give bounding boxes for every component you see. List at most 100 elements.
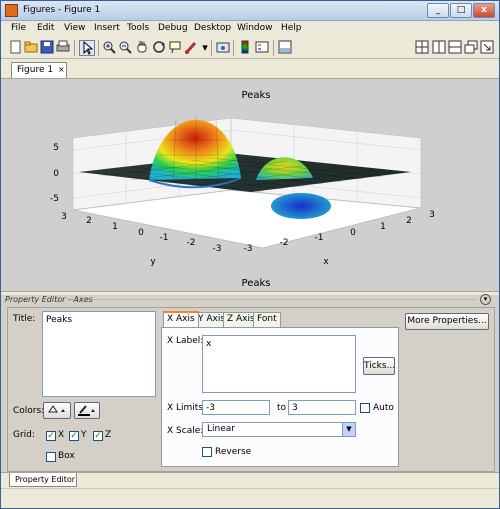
reverse-checkbox[interactable] <box>202 447 212 457</box>
colors-label: Colors: <box>13 406 45 416</box>
bottom-plot-title: Peaks <box>242 278 271 289</box>
grid-z-checkbox[interactable]: ✓ <box>93 431 103 441</box>
x-label-label: X Label: <box>167 336 204 346</box>
x-tick-label: 1 <box>380 222 386 232</box>
toolbar-separator <box>233 40 234 56</box>
ticks-button[interactable]: Ticks... <box>363 357 395 375</box>
x-limit-max-value: 3 <box>292 403 298 413</box>
title-bar[interactable]: Figures - Figure 1 _ □ x <box>1 1 499 21</box>
y-axis-label: y <box>150 257 156 267</box>
menu-edit[interactable]: Edit <box>37 23 54 33</box>
close-icon[interactable]: × <box>58 65 65 74</box>
collapse-icon[interactable]: ▾ <box>480 294 491 305</box>
pan-icon[interactable] <box>134 40 150 56</box>
y-tick-label: 2 <box>86 216 92 226</box>
menu-desktop[interactable]: Desktop <box>194 23 231 33</box>
tab-x-axis[interactable]: X Axis <box>163 311 199 327</box>
grid-x-checkbox[interactable]: ✓ <box>46 431 56 441</box>
toolbar-separator <box>98 40 99 56</box>
to-label: to <box>277 403 287 413</box>
box-checkbox[interactable] <box>46 452 56 462</box>
grid-z-label: Z <box>105 430 112 440</box>
more-properties-button[interactable]: More Properties... <box>405 313 489 330</box>
x-limit-max-input[interactable]: 3 <box>288 400 356 415</box>
float-icon[interactable] <box>463 40 479 56</box>
z-tick-label: -5 <box>50 194 59 204</box>
data-cursor-icon[interactable] <box>167 40 183 56</box>
new-file-icon[interactable] <box>7 40 23 56</box>
open-file-icon[interactable] <box>23 40 39 56</box>
save-icon[interactable] <box>39 40 55 56</box>
chevron-down-icon[interactable]: ▼ <box>342 423 355 436</box>
y-tick-label: 0 <box>138 228 144 238</box>
insert-legend-icon[interactable] <box>254 40 270 56</box>
edge-color-button[interactable] <box>74 402 100 419</box>
y-tick-label: -2 <box>187 238 196 248</box>
split-horizontal-icon[interactable] <box>431 40 447 56</box>
property-editor-tab[interactable]: Property Editor <box>9 473 77 487</box>
figure-tab-label: Figure 1 <box>17 65 54 75</box>
x-scale-value: Linear <box>207 424 235 434</box>
dock-icon[interactable] <box>479 40 495 56</box>
figure-canvas[interactable]: Peaks 5 0 -5 3 2 1 0 -1 -2 -3 -3 -2 -1 0… <box>1 80 499 291</box>
zoom-out-icon[interactable] <box>117 40 133 56</box>
x-limit-min-value: -3 <box>206 403 215 413</box>
print-icon[interactable] <box>55 40 71 56</box>
grid-y-label: Y <box>81 430 87 440</box>
menu-insert[interactable]: Insert <box>94 23 120 33</box>
plot-title: Peaks <box>242 90 271 101</box>
x-tick-label: 3 <box>429 210 435 220</box>
box-label: Box <box>58 451 75 461</box>
title-textarea[interactable]: Peaks <box>42 311 156 397</box>
x-limits-label: X Limits: <box>167 403 207 413</box>
bottom-tab-strip: Property Editor <box>1 472 499 488</box>
x-tick-label: -3 <box>244 244 253 254</box>
tile-icon[interactable] <box>414 40 430 56</box>
status-bar <box>1 488 499 508</box>
z-tick-label: 0 <box>53 169 59 179</box>
z-tick-label: 5 <box>53 143 59 153</box>
x-label-textarea[interactable]: x <box>202 335 356 393</box>
auto-checkbox[interactable] <box>360 403 370 413</box>
figure-tab-strip: Figure 1 × <box>1 59 499 79</box>
rotate-3d-icon[interactable] <box>151 40 167 56</box>
link-icon[interactable] <box>215 40 231 56</box>
auto-label: Auto <box>373 403 394 413</box>
close-button[interactable]: x <box>473 3 495 18</box>
toolbar-separator <box>211 40 212 56</box>
split-vertical-icon[interactable] <box>447 40 463 56</box>
x-scale-select[interactable]: Linear ▼ <box>202 422 356 437</box>
zoom-in-icon[interactable] <box>101 40 117 56</box>
title-label: Title: <box>13 314 36 324</box>
insert-colorbar-icon[interactable] <box>237 40 253 56</box>
tab-font[interactable]: Font <box>253 312 281 327</box>
grid-label: Grid: <box>13 430 35 440</box>
x-tick-label: 2 <box>406 216 412 226</box>
reverse-label: Reverse <box>215 447 252 457</box>
x-label-value: x <box>206 339 212 349</box>
x-tick-label: -2 <box>280 238 289 248</box>
toolbar-separator <box>74 40 75 56</box>
minimize-button[interactable]: _ <box>427 3 449 18</box>
surface-plot: Peaks 5 0 -5 3 2 1 0 -1 -2 -3 -3 -2 -1 0… <box>50 90 435 289</box>
header-rule <box>71 299 475 301</box>
grid-x-label: X <box>58 430 65 440</box>
menu-file[interactable]: File <box>11 23 26 33</box>
y-tick-label: 3 <box>61 212 67 222</box>
matlab-icon <box>5 4 18 17</box>
y-tick-label: -1 <box>160 233 169 243</box>
face-color-button[interactable] <box>43 402 71 419</box>
menu-debug[interactable]: Debug <box>158 23 188 33</box>
figure-tab[interactable]: Figure 1 × <box>11 62 67 78</box>
show-plot-tools-icon[interactable] <box>277 40 293 56</box>
x-limit-min-input[interactable]: -3 <box>202 400 270 415</box>
menu-window[interactable]: Window <box>237 23 273 33</box>
title-textarea-value: Peaks <box>46 315 73 325</box>
grid-y-checkbox[interactable]: ✓ <box>69 431 79 441</box>
x-tick-label: 0 <box>350 228 356 238</box>
menu-tools[interactable]: Tools <box>127 23 149 33</box>
menu-help[interactable]: Help <box>281 23 302 33</box>
maximize-button[interactable]: □ <box>450 3 472 18</box>
menu-view[interactable]: View <box>64 23 85 33</box>
select-arrow-icon[interactable] <box>79 40 95 56</box>
